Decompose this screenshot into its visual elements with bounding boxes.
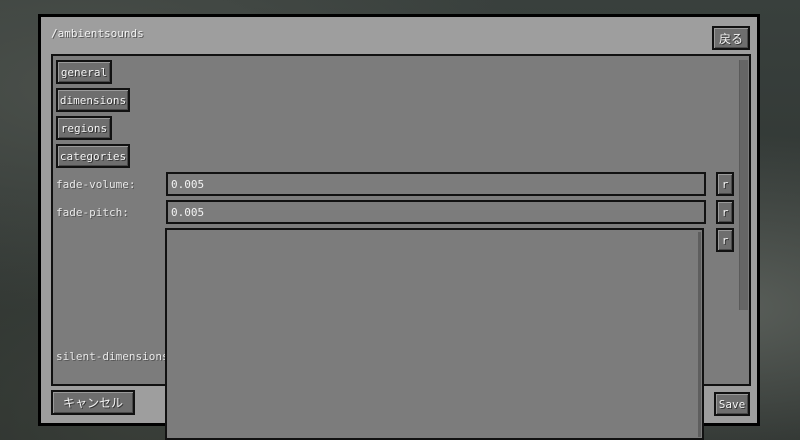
category-button-regions[interactable]: regions <box>56 116 112 140</box>
silent-dimensions-label: silent-dimensions: <box>56 350 176 363</box>
fade-pitch-reset-button[interactable]: r <box>716 200 734 224</box>
back-button[interactable]: 戻る <box>712 26 750 50</box>
cancel-button[interactable]: キャンセル <box>51 390 135 415</box>
fade-pitch-label: fade-pitch: <box>56 206 129 219</box>
fade-volume-input[interactable]: 0.005 <box>166 172 706 196</box>
fade-volume-reset-button[interactable]: r <box>716 172 734 196</box>
panel-scrollbar[interactable] <box>739 60 748 310</box>
silent-dimensions-textarea[interactable] <box>165 228 704 440</box>
fade-volume-label: fade-volume: <box>56 178 136 191</box>
silent-dimensions-reset-button[interactable]: r <box>716 228 734 252</box>
window-title: /ambientsounds <box>51 27 144 40</box>
save-button[interactable]: Save <box>714 392 750 416</box>
fade-pitch-input[interactable]: 0.005 <box>166 200 706 224</box>
category-button-categories[interactable]: categories <box>56 144 130 168</box>
textarea-scrollbar[interactable] <box>698 232 701 437</box>
category-button-general[interactable]: general <box>56 60 112 84</box>
category-button-dimensions[interactable]: dimensions <box>56 88 130 112</box>
